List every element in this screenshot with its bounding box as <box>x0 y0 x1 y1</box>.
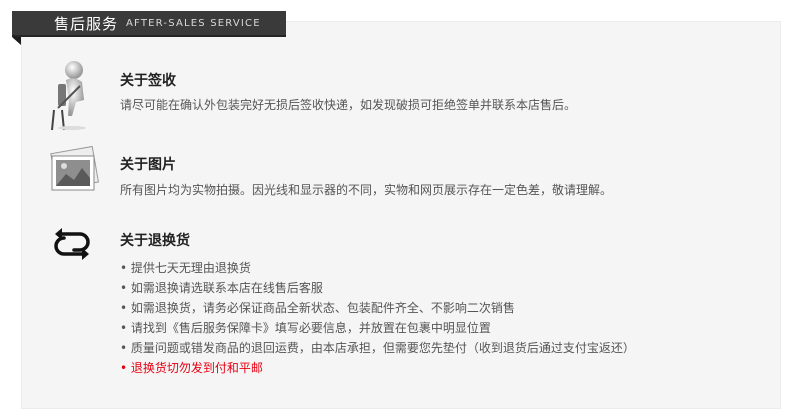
header-ribbon-fold <box>12 37 21 45</box>
section-title: 关于签收 <box>120 73 176 89</box>
section-description: 请尽可能在确认外包装完好无损后签收快递，如发现破损可拒绝签单并联系本店售后。 <box>120 98 577 112</box>
photo-icon <box>46 144 102 200</box>
section-title: 关于图片 <box>120 157 176 173</box>
section-header: 售后服务 AFTER-SALES SERVICE <box>12 11 286 37</box>
header-subtitle: AFTER-SALES SERVICE <box>126 17 261 29</box>
page: 售后服务 AFTER-SALES SERVICE 关于签收 请尽可能在确认外包装… <box>0 0 800 414</box>
list-item: • 请找到《售后服务保障卡》填写必要信息，并放置在包裹中明显位置 <box>120 321 491 335</box>
section-title: 关于退换货 <box>120 233 190 249</box>
section-description: 所有图片均为实物拍摄。因光线和显示器的不同，实物和网页展示存在一定色差，敬请理解… <box>120 183 613 197</box>
person-signing-icon <box>50 56 94 136</box>
list-item: • 如需退换请选联系本店在线售后客服 <box>120 281 323 295</box>
returns-list: • 提供七天无理由退换货 • 如需退换请选联系本店在线售后客服 • 如需退换货，… <box>120 258 635 378</box>
list-item-warning: • 退换货切勿发到付和平邮 <box>120 361 263 375</box>
list-item: • 提供七天无理由退换货 <box>120 261 251 275</box>
header-title: 售后服务 <box>54 14 119 33</box>
list-item: • 质量问题或错发商品的退回运费，由本店承担，但需要您先垫付（收到退货后通过支付… <box>120 341 635 355</box>
exchange-arrows-icon <box>52 226 92 266</box>
list-item: • 如需退换货，请务必保证商品全新状态、包装配件齐全、不影响二次销售 <box>120 301 515 315</box>
